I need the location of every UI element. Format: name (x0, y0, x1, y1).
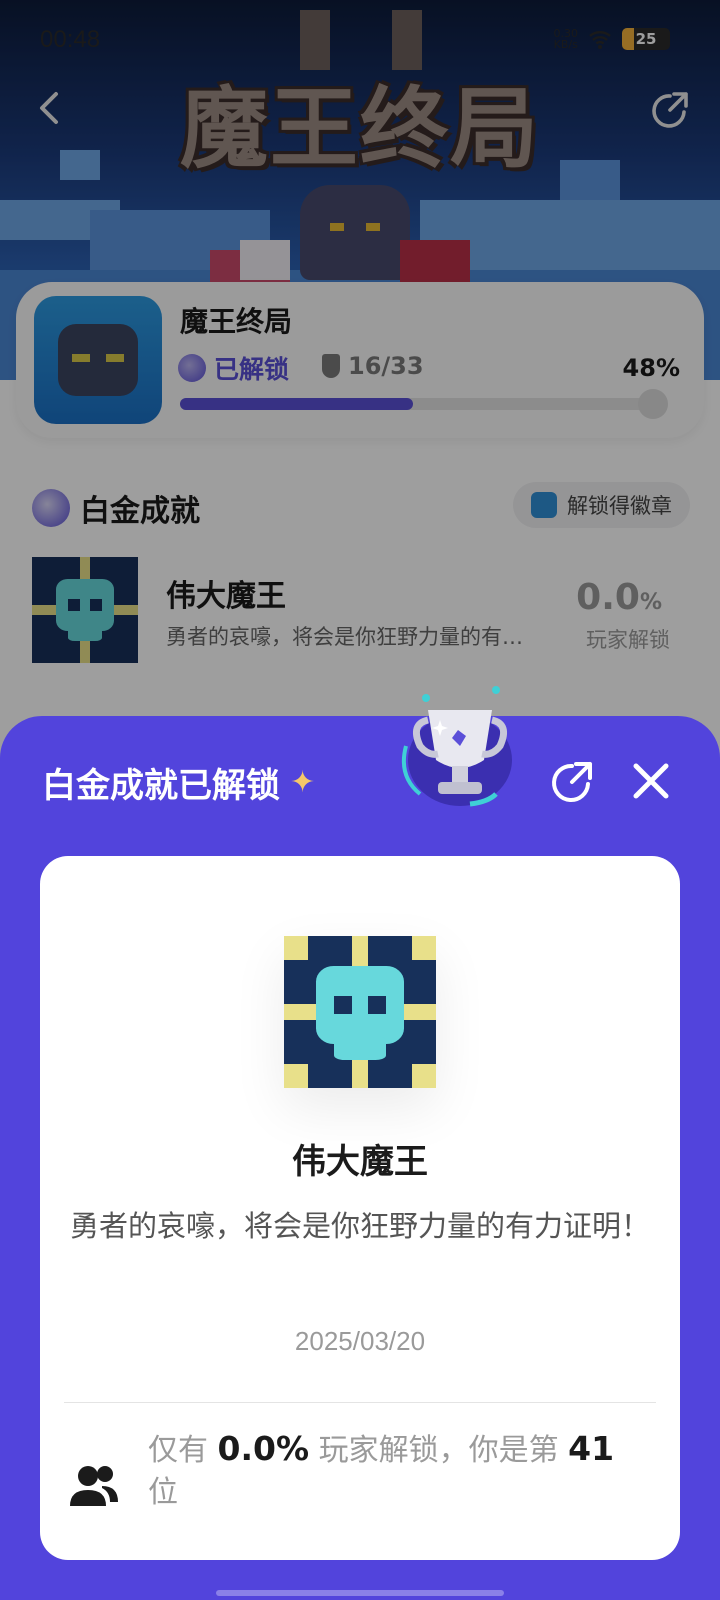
close-icon[interactable] (630, 760, 672, 802)
sheet-title: 白金成就已解锁 ✦ (42, 765, 316, 806)
trophy-icon (401, 686, 512, 807)
achievement-large-icon (284, 936, 436, 1088)
achievement-detail-card: 伟大魔王 勇者的哀嚎，将会是你狂野力量的有力证明！ 2025/03/20 仅有 … (40, 856, 680, 1560)
unlock-date: 2025/03/20 (294, 1326, 426, 1356)
card-achievement-description: 勇者的哀嚎，将会是你狂野力量的有力证明！ (69, 1209, 650, 1243)
home-indicator[interactable] (216, 1590, 504, 1596)
rank-text: 仅有 0.0% 玩家解锁，你是第 41 位 (148, 1429, 615, 1510)
card-achievement-name: 伟大魔王 (292, 1142, 428, 1182)
star-icon: ✦ (290, 765, 316, 800)
share-icon[interactable] (548, 758, 596, 806)
divider (64, 1402, 656, 1403)
achievement-sheet: 白金成就已解锁 ✦ 伟大魔王 勇者的哀嚎，将会是你狂野力量的有力证明！ 2025… (0, 686, 720, 1600)
people-icon (70, 1466, 118, 1506)
